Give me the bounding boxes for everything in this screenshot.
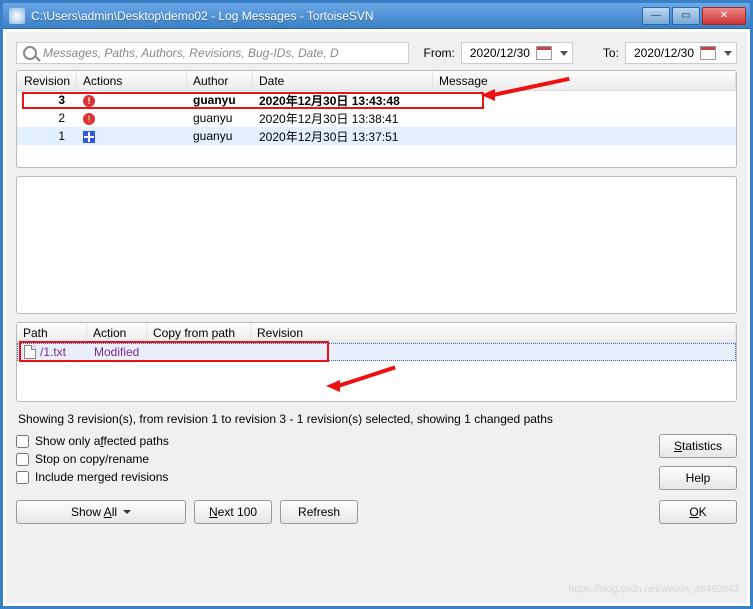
added-icon <box>83 131 95 143</box>
header-path[interactable]: Path <box>17 323 87 342</box>
header-author[interactable]: Author <box>187 71 253 90</box>
from-label: From: <box>415 46 455 60</box>
show-all-button[interactable]: Show All <box>16 500 186 524</box>
header-revision[interactable]: Revision <box>17 71 77 90</box>
stop-on-copy-checkbox[interactable]: Stop on copy/rename <box>16 452 169 466</box>
window-controls: — ▭ ✕ <box>642 7 750 25</box>
search-placeholder: Messages, Paths, Authors, Revisions, Bug… <box>43 46 339 60</box>
cell-revision: 3 <box>17 93 77 107</box>
cell-author: guanyu <box>187 93 253 107</box>
cell-path: /1.txt <box>18 345 88 360</box>
cell-actions: ! <box>77 93 187 107</box>
statistics-button[interactable]: Statistics <box>659 434 737 458</box>
chevron-down-icon <box>123 510 131 514</box>
filter-bar: Messages, Paths, Authors, Revisions, Bug… <box>16 42 737 64</box>
close-button[interactable]: ✕ <box>702 7 746 25</box>
refresh-button[interactable]: Refresh <box>280 500 358 524</box>
header-copy[interactable]: Copy from path <box>147 323 251 342</box>
cell-date: 2020年12月30日 13:37:51 <box>253 128 433 145</box>
to-date-value: 2020/12/30 <box>634 46 694 60</box>
cell-action: Modified <box>88 345 148 359</box>
watermark: https://blog.csdn.net/weixin_46460843 <box>569 584 739 595</box>
maximize-button[interactable]: ▭ <box>672 7 700 25</box>
status-text: Showing 3 revision(s), from revision 1 t… <box>18 412 735 426</box>
show-affected-checkbox[interactable]: Show only affected paths <box>16 434 169 448</box>
revision-row[interactable]: 3 ! guanyu 2020年12月30日 13:43:48 <box>17 91 736 109</box>
to-date-picker[interactable]: 2020/12/30 <box>625 42 737 64</box>
cell-date: 2020年12月30日 13:43:48 <box>253 92 433 109</box>
modified-icon: ! <box>83 113 95 125</box>
revision-list: Revision Actions Author Date Message 3 !… <box>16 70 737 168</box>
cell-author: guanyu <box>187 111 253 125</box>
titlebar: C:\Users\admin\Desktop\demo02 - Log Mess… <box>3 3 750 29</box>
help-button[interactable]: Help <box>659 466 737 490</box>
calendar-icon <box>536 46 552 60</box>
chevron-down-icon <box>560 51 568 56</box>
search-icon <box>23 46 37 60</box>
file-row[interactable]: /1.txt Modified <box>17 343 736 361</box>
header-rev[interactable]: Revision <box>251 323 736 342</box>
cell-author: guanyu <box>187 129 253 143</box>
window: C:\Users\admin\Desktop\demo02 - Log Mess… <box>0 0 753 609</box>
cell-revision: 1 <box>17 129 77 143</box>
to-label: To: <box>579 46 619 60</box>
from-date-picker[interactable]: 2020/12/30 <box>461 42 573 64</box>
changed-files-panel: Path Action Copy from path Revision /1.t… <box>16 322 737 402</box>
header-action[interactable]: Action <box>87 323 147 342</box>
cell-actions: ! <box>77 111 187 125</box>
modified-icon: ! <box>83 95 95 107</box>
cell-actions <box>77 129 187 143</box>
files-header: Path Action Copy from path Revision <box>17 323 736 343</box>
cell-revision: 2 <box>17 111 77 125</box>
ok-button[interactable]: OK <box>659 500 737 524</box>
path-text: /1.txt <box>40 345 66 359</box>
minimize-button[interactable]: — <box>642 7 670 25</box>
next-100-button[interactable]: Next 100 <box>194 500 272 524</box>
app-icon <box>9 8 25 24</box>
bottom-section: Showing 3 revision(s), from revision 1 t… <box>16 412 737 524</box>
file-icon <box>24 345 36 359</box>
revision-row[interactable]: 1 guanyu 2020年12月30日 13:37:51 <box>17 127 736 145</box>
cell-date: 2020年12月30日 13:38:41 <box>253 110 433 127</box>
from-date-value: 2020/12/30 <box>470 46 530 60</box>
revision-row[interactable]: 2 ! guanyu 2020年12月30日 13:38:41 <box>17 109 736 127</box>
header-message[interactable]: Message <box>433 71 736 90</box>
calendar-icon <box>700 46 716 60</box>
message-panel[interactable] <box>16 176 737 314</box>
search-input[interactable]: Messages, Paths, Authors, Revisions, Bug… <box>16 42 409 64</box>
window-title: C:\Users\admin\Desktop\demo02 - Log Mess… <box>29 9 642 23</box>
chevron-down-icon <box>724 51 732 56</box>
header-date[interactable]: Date <box>253 71 433 90</box>
include-merged-checkbox[interactable]: Include merged revisions <box>16 470 169 484</box>
revision-list-header: Revision Actions Author Date Message <box>17 71 736 91</box>
dialog-body: Messages, Paths, Authors, Revisions, Bug… <box>6 32 747 603</box>
header-actions[interactable]: Actions <box>77 71 187 90</box>
